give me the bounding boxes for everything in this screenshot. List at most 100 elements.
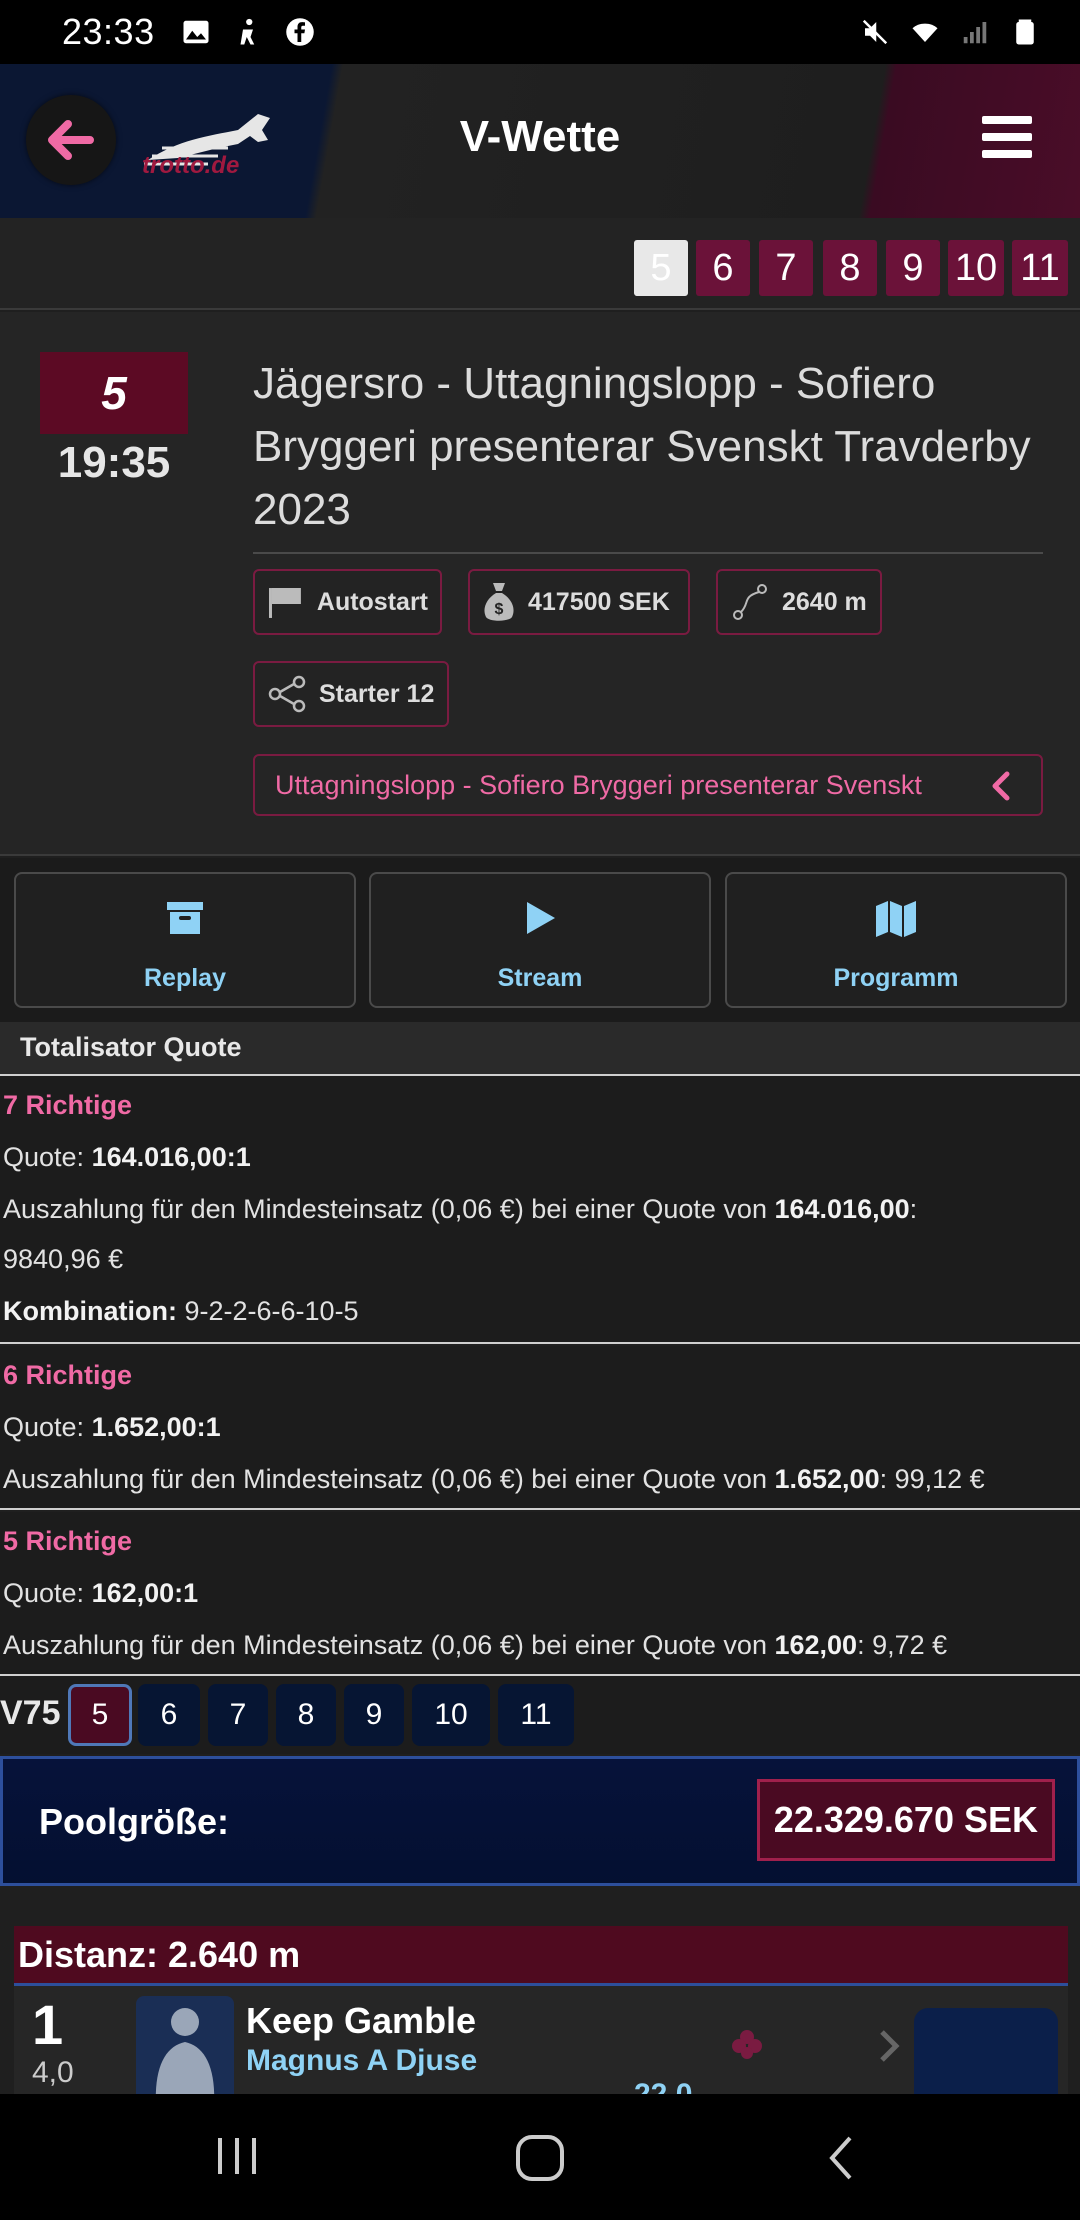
distance-chip: 2640 m bbox=[716, 569, 882, 635]
purse-chip: $ 417500 SEK bbox=[468, 569, 690, 635]
divider bbox=[253, 552, 1043, 554]
status-bar: 23:33 bbox=[0, 0, 1080, 64]
payout-text: Auszahlung für den Mindesteinsatz (0,06 … bbox=[3, 1194, 767, 1224]
stream-label: Stream bbox=[497, 964, 583, 992]
clover-icon bbox=[732, 2030, 762, 2059]
payout-text: Auszahlung für den Mindesteinsatz (0,06 … bbox=[3, 1630, 767, 1660]
driver-name: Magnus A Djuse bbox=[246, 2044, 478, 2077]
distance-group-label: Distanz: 2.640 m bbox=[18, 1934, 301, 1975]
pool-tab-10[interactable]: 10 bbox=[412, 1684, 490, 1746]
pool-size-value: 22.329.670 SEK bbox=[756, 1779, 1055, 1861]
chevron-right-icon[interactable] bbox=[878, 2028, 900, 2064]
stream-button[interactable]: Stream bbox=[369, 872, 711, 1008]
hamburger-line bbox=[982, 150, 1032, 158]
home-icon[interactable] bbox=[514, 2134, 566, 2182]
pool-tab-8[interactable]: 8 bbox=[276, 1684, 336, 1746]
runner-number: 1 bbox=[32, 1993, 64, 2056]
start-type-label: Autostart bbox=[316, 587, 428, 616]
pool-tab-5[interactable]: 5 bbox=[68, 1684, 132, 1746]
chevron-left-icon bbox=[992, 771, 1010, 801]
starters-label: Starter 12 bbox=[319, 679, 435, 708]
race-info: 5 19:35 Jägersro - Uttagningslopp - Sofi… bbox=[0, 312, 1080, 856]
bet-select-button[interactable] bbox=[914, 2008, 1058, 2094]
replay-button[interactable]: Replay bbox=[14, 872, 356, 1008]
quote-line: Quote: 164.016,00:1 bbox=[3, 1142, 251, 1173]
quote-line: Quote: 162,00:1 bbox=[3, 1578, 198, 1609]
hamburger-icon bbox=[982, 116, 1032, 124]
quote-label: Quote: bbox=[3, 1412, 85, 1442]
payout-text: Auszahlung für den Mindesteinsatz (0,06 … bbox=[3, 1464, 767, 1494]
distance-group-header: Distanz: 2.640 m bbox=[14, 1926, 1068, 1986]
payout-quote: 162,00 bbox=[774, 1630, 858, 1660]
map-icon bbox=[876, 901, 916, 937]
race-tab-5[interactable]: 5 bbox=[634, 240, 688, 296]
quote-label: Quote: bbox=[3, 1578, 85, 1608]
payout-line: Auszahlung für den Mindesteinsatz (0,06 … bbox=[3, 1630, 947, 1661]
replay-label: Replay bbox=[144, 964, 226, 992]
route-icon bbox=[733, 584, 767, 620]
accessibility-icon bbox=[240, 18, 254, 45]
payout-line: Auszahlung für den Mindesteinsatz (0,06 … bbox=[3, 1194, 918, 1224]
quote-label: Quote: bbox=[3, 1142, 85, 1172]
quote-value: 162,00:1 bbox=[91, 1578, 199, 1608]
system-nav-bar bbox=[0, 2094, 1080, 2220]
combination-label: Kombination: bbox=[3, 1296, 177, 1326]
payout-amount: : 99,12 € bbox=[879, 1464, 985, 1494]
pool-size-panel: Poolgröße: 22.329.670 SEK bbox=[0, 1756, 1080, 1886]
payout-quote: 1.652,00 bbox=[774, 1464, 880, 1494]
runner-row[interactable]: 1 4,0 Keep Gamble Magnus A Djuse 22,0 bbox=[14, 1986, 1068, 2094]
race-number: 5 bbox=[40, 352, 188, 434]
start-type-chip: Autostart bbox=[253, 569, 442, 635]
quote-title: 6 Richtige bbox=[3, 1360, 133, 1390]
race-tab-11[interactable]: 11 bbox=[1012, 240, 1068, 296]
race-tab-7[interactable]: 7 bbox=[759, 240, 813, 296]
hamburger-menu-button[interactable] bbox=[982, 116, 1032, 160]
payout-quote: 164.016,00 bbox=[774, 1194, 910, 1224]
quote-title: 7 Richtige bbox=[3, 1090, 133, 1120]
race-description: Uttagningslopp - Sofiero Bryggeri presen… bbox=[275, 770, 922, 800]
totalisator-title: Totalisator Quote bbox=[20, 1032, 242, 1062]
back-icon[interactable] bbox=[826, 2134, 856, 2182]
svg-text:$: $ bbox=[495, 601, 504, 618]
wifi-icon bbox=[912, 23, 938, 42]
race-tab-10[interactable]: 10 bbox=[948, 240, 1004, 296]
combination-line: Kombination: 9-2-2-6-6-10-5 bbox=[3, 1296, 359, 1327]
race-title: Jägersro - Uttagningslopp - Sofiero Bryg… bbox=[253, 359, 1031, 534]
horse-name: Keep Gamble bbox=[246, 2000, 477, 2041]
race-tab-6[interactable]: 6 bbox=[696, 240, 750, 296]
action-bar: Replay Stream Programm bbox=[0, 858, 1080, 1022]
game-label: V75 bbox=[0, 1694, 61, 1732]
battery-icon bbox=[1016, 19, 1034, 45]
runner-extra-value: 22,0 bbox=[634, 2078, 692, 2094]
image-icon bbox=[183, 20, 209, 44]
race-selector: 5 6 7 8 9 10 11 bbox=[0, 218, 1080, 310]
recents-icon[interactable] bbox=[214, 2134, 260, 2178]
race-tab-8[interactable]: 8 bbox=[823, 240, 877, 296]
quote-block-7: 7 Richtige Quote: 164.016,00:1 Auszahlun… bbox=[0, 1076, 1080, 1344]
signal-icon bbox=[963, 22, 987, 44]
pool-tab-9[interactable]: 9 bbox=[344, 1684, 404, 1746]
archive-box-icon bbox=[167, 902, 203, 934]
jockey-silk-icon bbox=[136, 1996, 234, 2094]
payout-line: Auszahlung für den Mindesteinsatz (0,06 … bbox=[3, 1464, 985, 1495]
quote-block-6: 6 Richtige Quote: 1.652,00:1 Auszahlung … bbox=[0, 1346, 1080, 1510]
quote-title: 5 Richtige bbox=[3, 1526, 133, 1556]
facebook-icon bbox=[285, 18, 314, 46]
race-description-toggle[interactable]: Uttagningslopp - Sofiero Bryggeri presen… bbox=[253, 754, 1043, 816]
pool-tabs: V75 5 6 7 8 9 10 11 bbox=[0, 1676, 1080, 1754]
program-label: Programm bbox=[833, 964, 959, 992]
flag-icon bbox=[268, 588, 301, 618]
share-nodes-icon bbox=[268, 675, 306, 713]
program-button[interactable]: Programm bbox=[725, 872, 1067, 1008]
money-bag-icon: $ bbox=[484, 583, 514, 621]
pool-tab-7[interactable]: 7 bbox=[208, 1684, 268, 1746]
payout-amount: : 9,72 € bbox=[857, 1630, 948, 1660]
race-tab-9[interactable]: 9 bbox=[886, 240, 940, 296]
quote-value: 1.652,00:1 bbox=[91, 1412, 221, 1442]
pool-size-label: Poolgröße: bbox=[39, 1801, 229, 1842]
pool-tab-6[interactable]: 6 bbox=[138, 1684, 200, 1746]
pool-tab-11[interactable]: 11 bbox=[498, 1684, 574, 1746]
combination-value: 9-2-2-6-6-10-5 bbox=[184, 1296, 359, 1326]
totalisator-header: Totalisator Quote bbox=[0, 1022, 1080, 1076]
app-header: trotto.de V-Wette bbox=[0, 64, 1080, 218]
